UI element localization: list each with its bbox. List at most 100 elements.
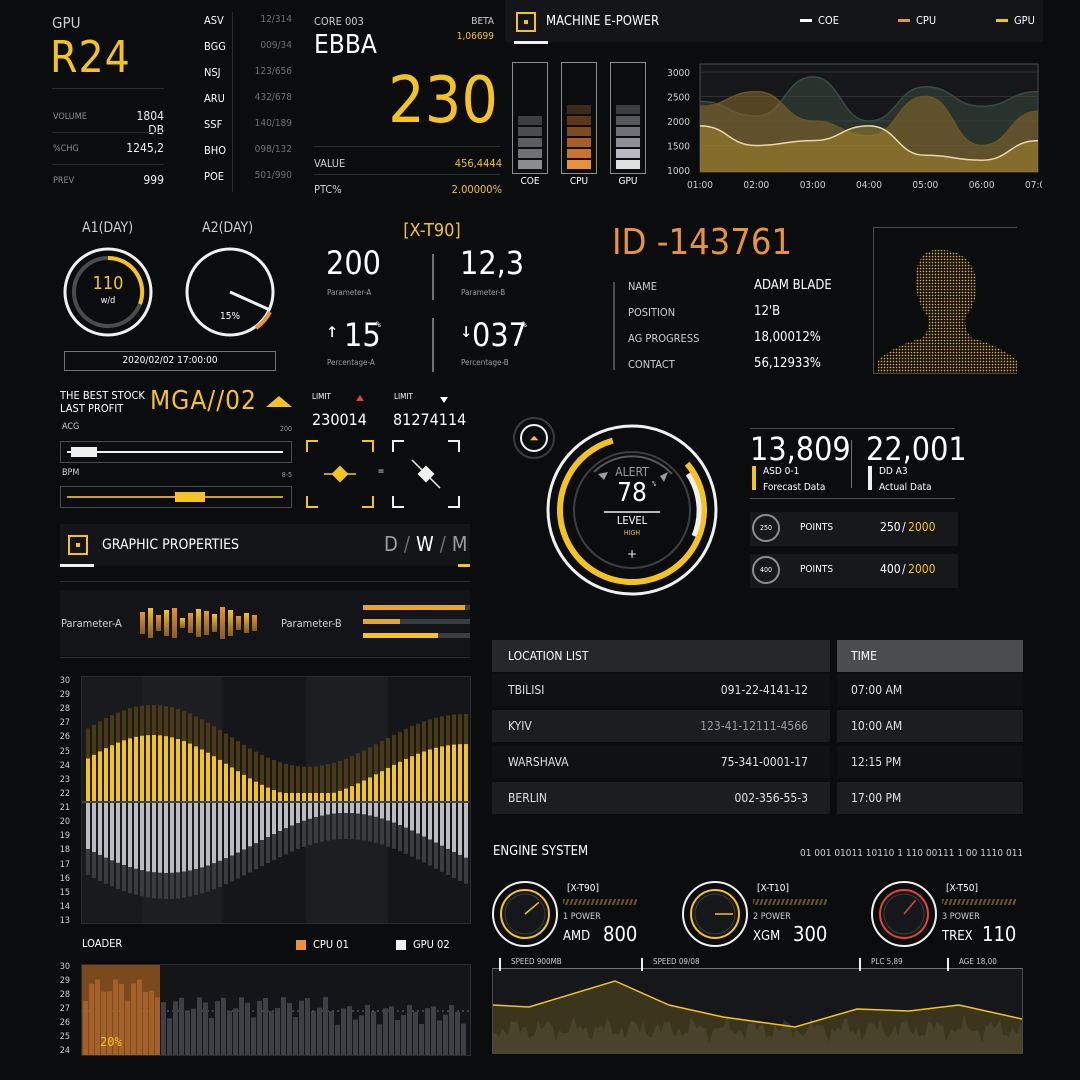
- bar-shadow: [92, 724, 96, 755]
- profile-field-value: 12'B: [754, 304, 781, 319]
- loader-bar: [143, 991, 148, 1055]
- asd-value: 13,809: [750, 430, 851, 468]
- bar-up: [308, 793, 312, 801]
- bar-down: [272, 803, 276, 834]
- loader-bar: [191, 1008, 196, 1055]
- bar-down: [416, 803, 420, 834]
- points-total: 2000: [908, 562, 936, 576]
- engine-name: AMD: [563, 929, 591, 944]
- bar-down-shadow: [134, 868, 138, 895]
- bar-down: [242, 803, 246, 850]
- machine-bar-meters: COE CPU GPU: [512, 62, 648, 192]
- acg-slider[interactable]: [60, 441, 292, 463]
- bar-down: [128, 803, 132, 868]
- dd-value: 22,001: [866, 430, 967, 468]
- table-row[interactable]: WARSHAVA 75-341-0001-17: [492, 746, 830, 778]
- loader-bar: [383, 1008, 388, 1055]
- y-tick-label: 2000: [667, 117, 690, 128]
- loader-y-tick: 27: [59, 1004, 70, 1014]
- bar-down-shadow: [302, 820, 306, 847]
- param-b-fill: [363, 605, 465, 610]
- bar-down-shadow: [446, 848, 450, 875]
- pct-a-label: Percentage-A: [327, 358, 375, 367]
- loader-bar: [209, 1017, 214, 1055]
- table-row[interactable]: KYIV 123-41-12111-4566: [492, 710, 830, 742]
- engine-power-label: 1 POWER: [563, 912, 601, 922]
- bar-shadow: [446, 715, 450, 746]
- meter-cell: [567, 127, 591, 136]
- loader-bar: [317, 1007, 322, 1055]
- ticker-value: 432/678: [254, 92, 292, 103]
- limit-down-button[interactable]: [392, 440, 460, 508]
- time-header: TIME: [851, 649, 877, 663]
- a1-value: 110: [92, 273, 124, 294]
- bar-down-shadow: [86, 848, 90, 875]
- engine-marker-label: SPEED 900MB: [511, 957, 562, 966]
- bar-up: [278, 792, 282, 801]
- bar-down: [146, 803, 150, 872]
- bar-down: [440, 803, 444, 846]
- main-y-tick: 27: [59, 718, 70, 729]
- loader-bar: [335, 1024, 340, 1055]
- table-row[interactable]: BERLIN 002-356-55-3: [492, 782, 830, 814]
- bar-down-shadow: [398, 825, 402, 852]
- chevron-up-icon[interactable]: ⏶: [527, 431, 541, 445]
- gpu-legend-label: GPU 02: [413, 938, 450, 951]
- loader-bar: [179, 997, 184, 1055]
- meter-cell: [518, 138, 542, 147]
- bar-shadow: [308, 766, 312, 797]
- main-y-tick: 23: [59, 774, 70, 785]
- limit-up-value: 230014: [312, 410, 367, 429]
- tab-m[interactable]: M: [452, 532, 468, 556]
- profile-field: CONTACT 56,12933%: [628, 356, 858, 374]
- loader-bar: [419, 1024, 424, 1055]
- machine-title: MACHINE E-POWER: [546, 14, 660, 29]
- ticker-row: NSJ 123/656: [204, 66, 292, 86]
- bar-down: [284, 803, 288, 829]
- bar-down-shadow: [464, 857, 468, 884]
- loader-percent: 20%: [100, 1035, 122, 1049]
- loader-bar: [167, 1018, 172, 1055]
- loader-bar: [245, 1002, 250, 1055]
- acg-slider-handle[interactable]: [71, 447, 97, 457]
- main-y-tick: 24: [59, 760, 70, 771]
- x-tick-label: 05:00: [912, 180, 938, 191]
- legend-label: COE: [818, 14, 839, 27]
- pct-b-unit: %: [522, 320, 527, 329]
- machine-area-chart: 3000 2500 2000 1500 1000 01:00 02:00 03:00 04:00…: [656, 62, 1042, 192]
- alert-gauge: +: [513, 417, 718, 596]
- time-cell: 10:00 AM: [837, 710, 1023, 742]
- pct-a-unit: %: [376, 320, 381, 329]
- bar-shadow: [182, 711, 186, 742]
- prev-label: PREV: [53, 176, 75, 186]
- meter-column: [561, 62, 597, 174]
- param-a-bar: [196, 609, 201, 637]
- bar-down-shadow: [188, 870, 192, 897]
- loader-bar: [455, 1012, 460, 1055]
- bar-down: [338, 803, 342, 814]
- ticker-row: ARU 432/678: [204, 92, 292, 112]
- bar-down-shadow: [284, 828, 288, 855]
- bar-down-shadow: [452, 852, 456, 879]
- bar-down: [296, 803, 300, 824]
- bpm-slider[interactable]: [60, 486, 292, 508]
- meter-column: [610, 62, 646, 174]
- ptc-number: 2.00000%: [451, 183, 502, 196]
- bar-down: [362, 803, 366, 815]
- table-row[interactable]: TBILISI 091-22-4141-12: [492, 674, 830, 706]
- level-label: LEVEL: [616, 514, 648, 527]
- tab-d[interactable]: D: [384, 532, 398, 556]
- bpm-slider-handle[interactable]: [175, 492, 205, 502]
- asd-sub: Forecast Data: [763, 482, 826, 493]
- engine-model: [X-T90]: [567, 883, 599, 894]
- bar-down-shadow: [254, 843, 258, 870]
- bar-up: [296, 793, 300, 801]
- param-b-label: Parameter-B: [461, 288, 506, 297]
- bar-shadow: [302, 766, 306, 797]
- tab-w[interactable]: W: [416, 532, 434, 556]
- bar-down: [344, 803, 348, 814]
- limit-up-button[interactable]: [306, 440, 374, 508]
- bar-down-shadow: [380, 818, 384, 845]
- loader-bar: [407, 1005, 412, 1055]
- param-a-bar: [236, 616, 241, 630]
